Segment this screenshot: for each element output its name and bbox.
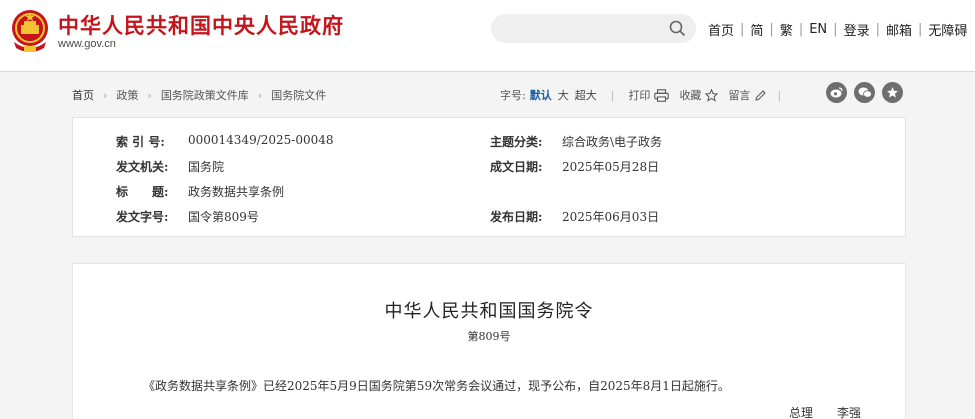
nav-separator: |: [798, 22, 804, 37]
nav-accessibility[interactable]: 无障碍: [928, 20, 967, 39]
document-signature: 总理 李强: [789, 404, 861, 419]
national-emblem-icon[interactable]: [8, 8, 52, 54]
chevron-right-icon: ›: [257, 88, 263, 102]
site-header: 中华人民共和国中央人民政府 www.gov.cn 首页 | 简 | 繁 | EN | 登…: [0, 0, 975, 72]
search-input[interactable]: [491, 14, 696, 43]
breadcrumb: 首页 › 政策 › 国务院政策文件库 › 国务院文件: [72, 87, 326, 103]
pencil-icon: [755, 89, 767, 101]
favorite-label: 收藏: [679, 89, 702, 102]
weibo-icon[interactable]: [826, 82, 847, 103]
page-tools: 字号: 默认 大 超大 | 打印 收藏 留言 |: [500, 87, 795, 103]
meta-category-label: 主题分类:: [490, 135, 543, 149]
favorite-button[interactable]: 收藏: [679, 87, 719, 103]
meta-index-value: 000014349/2025-00048: [188, 133, 334, 147]
nav-english[interactable]: EN: [809, 22, 827, 37]
site-domain: www.gov.cn: [58, 38, 116, 50]
comment-label: 留言: [728, 89, 751, 102]
tools-divider: |: [777, 88, 782, 102]
nav-separator: |: [769, 22, 774, 37]
top-nav: 首页 | 简 | 繁 | EN | 登录 | 邮箱 | 无障碍: [708, 20, 967, 39]
nav-separator: |: [833, 22, 838, 37]
font-size-label: 字号:: [500, 89, 526, 102]
document-paragraph: 《政务数据共享条例》已经2025年5月9日国务院第59次常务会议通过，现予公布，…: [143, 379, 730, 393]
document-number: 第809号: [467, 330, 511, 343]
meta-publish-date: 发布日期: 2025年06月03日: [490, 208, 659, 225]
breadcrumb-policy-library[interactable]: 国务院政策文件库: [161, 87, 249, 103]
breadcrumb-policy[interactable]: 政策: [116, 87, 138, 103]
meta-index: 索 引 号: 000014349/2025-00048: [116, 133, 334, 150]
signature-name: 李强: [837, 406, 862, 419]
chevron-right-icon: ›: [147, 88, 152, 102]
nav-traditional[interactable]: 繁: [780, 20, 793, 39]
wechat-icon[interactable]: [854, 82, 875, 103]
breadcrumb-bar: 首页 › 政策 › 国务院政策文件库 › 国务院文件 字号: 默认 大 超大 |…: [72, 82, 906, 104]
site-title[interactable]: 中华人民共和国中央人民政府: [58, 10, 344, 40]
meta-doc-number-value: 国令第809号: [188, 210, 259, 224]
print-button[interactable]: 打印: [628, 87, 670, 103]
signature-role: 总理: [789, 406, 814, 419]
meta-publish-date-value: 2025年06月03日: [562, 210, 660, 224]
breadcrumb-state-council-docs[interactable]: 国务院文件: [271, 87, 326, 103]
meta-date-written-value: 2025年05月28日: [562, 160, 660, 174]
nav-simplified[interactable]: 简: [750, 20, 763, 39]
document-meta-box: 索 引 号: 000014349/2025-00048 主题分类: 综合政务\电…: [72, 117, 906, 237]
star-icon[interactable]: [882, 82, 903, 103]
nav-home[interactable]: 首页: [708, 20, 734, 39]
meta-category-value: 综合政务\电子政务: [562, 135, 663, 149]
meta-doc-number-label: 发文字号:: [116, 210, 169, 224]
meta-doc-number: 发文字号: 国令第809号: [116, 208, 259, 225]
breadcrumb-home[interactable]: 首页: [72, 87, 94, 103]
nav-mail[interactable]: 邮箱: [886, 20, 912, 39]
meta-date-written: 成文日期: 2025年05月28日: [490, 158, 659, 175]
chevron-right-icon: ›: [103, 88, 108, 102]
font-size-large[interactable]: 大: [558, 87, 569, 103]
meta-index-label: 索 引 号:: [116, 135, 165, 149]
meta-date-written-label: 成文日期:: [490, 160, 543, 174]
meta-category: 主题分类: 综合政务\电子政务: [490, 133, 662, 150]
meta-title-label: 标 题:: [116, 185, 169, 199]
search-icon[interactable]: [669, 20, 686, 37]
meta-publish-date-label: 发布日期:: [490, 210, 543, 224]
print-label: 打印: [628, 89, 651, 102]
share-icons: [826, 82, 903, 103]
font-size-extra-large[interactable]: 超大: [575, 87, 597, 103]
document-body: 中华人民共和国国务院令 第809号 《政务数据共享条例》已经2025年5月9日国…: [72, 263, 906, 419]
printer-icon: [654, 88, 670, 102]
meta-issuer-label: 发文机关:: [116, 160, 169, 174]
nav-separator: |: [740, 22, 745, 37]
tools-divider: |: [610, 88, 615, 102]
comment-button[interactable]: 留言: [728, 87, 767, 103]
font-size-default[interactable]: 默认: [530, 87, 552, 103]
nav-separator: |: [875, 22, 880, 37]
nav-separator: |: [917, 22, 923, 37]
star-outline-icon: [705, 88, 719, 102]
meta-title-value: 政务数据共享条例: [188, 185, 285, 199]
meta-title: 标 题: 政务数据共享条例: [116, 183, 284, 200]
nav-login[interactable]: 登录: [844, 20, 870, 39]
document-title: 中华人民共和国国务院令: [384, 301, 594, 322]
meta-issuer: 发文机关: 国务院: [116, 158, 224, 175]
meta-issuer-value: 国务院: [188, 160, 225, 174]
